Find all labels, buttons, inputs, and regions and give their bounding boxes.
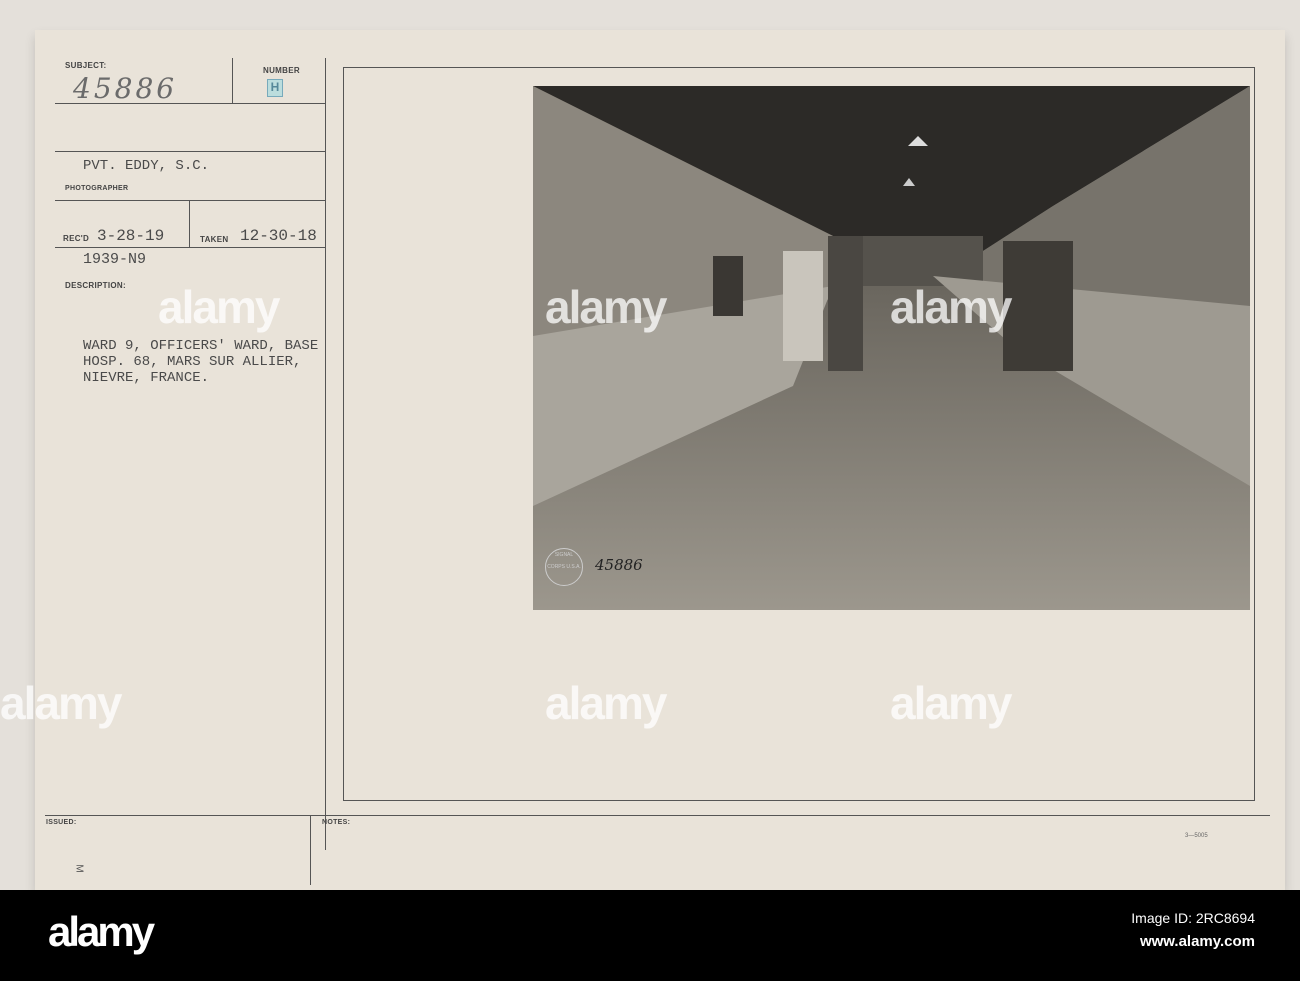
watermark: alamy bbox=[158, 281, 280, 333]
photo-handwritten-number: 45886 bbox=[595, 556, 643, 574]
image-id: Image ID: 2RC8694 bbox=[1131, 910, 1255, 926]
signal-corps-stamp: SIGNAL CORPS U.S.A. bbox=[545, 548, 583, 586]
subject-number: 45886 bbox=[73, 72, 178, 105]
taken-date: 12-30-18 bbox=[240, 227, 317, 245]
taken-label: TAKEN bbox=[200, 235, 229, 244]
description-line: NIEVRE, FRANCE. bbox=[83, 370, 210, 386]
notes-label: NOTES: bbox=[322, 819, 351, 826]
watermark: alamy bbox=[890, 677, 1012, 729]
recd-label: REC'D bbox=[63, 234, 90, 243]
description-line: WARD 9, OFFICERS' WARD, BASE bbox=[83, 338, 319, 354]
number-stamp: H bbox=[267, 79, 283, 97]
hospital-ward-image bbox=[533, 86, 1250, 610]
divider bbox=[189, 200, 190, 248]
number-label: NUMBER bbox=[263, 66, 300, 75]
watermark: alamy bbox=[545, 677, 667, 729]
watermark: alamy bbox=[890, 281, 1012, 333]
divider bbox=[55, 200, 325, 201]
issued-mark: M bbox=[73, 864, 85, 873]
file-code: 1939-N9 bbox=[83, 251, 147, 268]
form-code: 3—5005 bbox=[1185, 833, 1208, 839]
divider bbox=[55, 103, 325, 104]
standing-soldier bbox=[1003, 241, 1073, 371]
column-divider bbox=[325, 58, 326, 850]
divider bbox=[55, 151, 325, 152]
divider bbox=[310, 815, 311, 885]
alamy-url[interactable]: www.alamy.com bbox=[1140, 933, 1255, 950]
footer-bar: alamy Image ID: 2RC8694 www.alamy.com bbox=[0, 890, 1300, 981]
description: WARD 9, OFFICERS' WARD, BASE HOSP. 68, M… bbox=[83, 338, 318, 386]
seated-man bbox=[783, 251, 823, 361]
nurse bbox=[828, 236, 863, 371]
ward-photograph: 45886 SIGNAL CORPS U.S.A. bbox=[533, 86, 1250, 610]
alamy-logo: alamy bbox=[48, 908, 155, 955]
divider bbox=[45, 815, 1270, 816]
watermark: alamy bbox=[545, 281, 667, 333]
subject-label: SUBJECT: bbox=[65, 61, 107, 70]
photographer-label: PHOTOGRAPHER bbox=[65, 185, 129, 192]
divider bbox=[232, 58, 233, 103]
archive-card: SUBJECT: 45886 NUMBER H PVT. EDDY, S.C. … bbox=[35, 30, 1285, 890]
photographer-name: PVT. EDDY, S.C. bbox=[83, 158, 210, 174]
seated-soldier bbox=[713, 256, 743, 316]
watermark: alamy bbox=[0, 677, 122, 729]
issued-label: ISSUED: bbox=[46, 819, 77, 826]
recd-date: 3-28-19 bbox=[97, 227, 165, 245]
description-line: HOSP. 68, MARS SUR ALLIER, bbox=[83, 354, 302, 370]
description-label: DESCRIPTION: bbox=[65, 281, 126, 290]
divider bbox=[55, 247, 325, 248]
